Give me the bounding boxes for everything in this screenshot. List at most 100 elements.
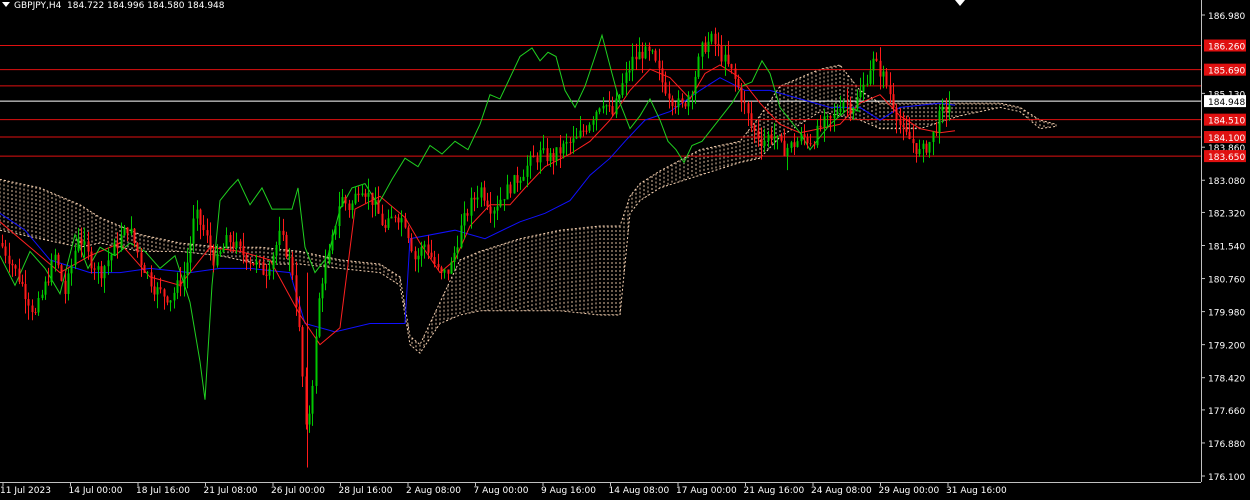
chart-canvas[interactable]: 186.980186.260185.690185.130184.948184.5… <box>0 0 1250 500</box>
bull-candle <box>786 147 789 157</box>
bear-candle <box>750 113 753 126</box>
time-tick-label: 11 Jul 2023 <box>0 486 51 496</box>
bear-candle <box>232 242 235 248</box>
bull-candle <box>526 165 529 177</box>
bear-candle <box>466 213 469 216</box>
bear-candle <box>60 265 63 281</box>
bear-candle <box>730 64 733 69</box>
bull-candle <box>701 42 704 57</box>
bull-candle <box>767 134 770 141</box>
bear-candle <box>668 93 671 99</box>
bear-candle <box>57 254 60 266</box>
bear-candle <box>658 60 661 69</box>
bull-candle <box>156 287 159 295</box>
bull-candle <box>833 114 836 119</box>
bull-candle <box>146 272 149 274</box>
bull-candle <box>107 260 110 267</box>
bear-candle <box>582 130 585 132</box>
bear-candle <box>1 242 4 247</box>
bull-candle <box>519 180 522 183</box>
bear-candle <box>681 98 684 104</box>
bull-candle <box>866 83 869 85</box>
bull-candle <box>83 241 86 245</box>
bull-candle <box>456 247 459 253</box>
bear-candle <box>100 266 103 279</box>
bear-candle <box>546 148 549 162</box>
bull-candle <box>275 245 278 256</box>
bear-candle <box>150 272 153 287</box>
chart-header: GBPJPY,H4 184.722 184.996 184.580 184.94… <box>2 1 225 11</box>
bull-candle <box>354 193 357 204</box>
bull-candle <box>852 108 855 114</box>
bull-candle <box>796 141 799 147</box>
bear-candle <box>265 274 268 276</box>
bull-candle <box>694 76 697 95</box>
bull-candle <box>800 134 803 142</box>
bull-candle <box>816 125 819 146</box>
bull-candle <box>618 95 621 99</box>
bull-candle <box>776 135 779 137</box>
bull-candle <box>513 175 516 194</box>
bear-candle <box>611 106 614 115</box>
bear-candle <box>648 46 651 51</box>
bull-candle <box>176 280 179 293</box>
bear-candle <box>209 235 212 250</box>
bull-candle <box>103 266 106 279</box>
bull-candle <box>859 91 862 98</box>
bear-candle <box>252 263 255 265</box>
time-tick-label: 24 Aug 08:00 <box>811 486 872 496</box>
price-tick-label: 182.320 <box>1208 209 1245 219</box>
bull-candle <box>183 275 186 287</box>
time-tick-label: 31 Aug 16:00 <box>946 486 1007 496</box>
bull-candle <box>542 148 545 151</box>
price-tick-label: 176.100 <box>1208 473 1245 483</box>
time-tick-label: 14 Aug 08:00 <box>609 486 670 496</box>
bull-candle <box>503 199 506 201</box>
bull-candle <box>77 238 80 251</box>
bear-candle <box>935 131 938 133</box>
bull-candle <box>522 176 525 181</box>
bear-candle <box>166 296 169 303</box>
bull-candle <box>918 149 921 155</box>
bull-candle <box>189 243 192 263</box>
bull-candle <box>869 70 872 84</box>
bull-candle <box>872 58 875 71</box>
bear-candle <box>433 257 436 265</box>
bull-candle <box>724 54 727 62</box>
dropdown-triangle-icon[interactable] <box>2 2 10 7</box>
bear-candle <box>770 134 773 139</box>
bull-candle <box>361 193 364 196</box>
level-price-label: 183.650 <box>1208 153 1245 163</box>
bull-candle <box>70 265 73 274</box>
time-tick-label: 21 Aug 16:00 <box>744 486 805 496</box>
bull-candle <box>862 84 865 92</box>
chart-container[interactable]: 186.980186.260185.690185.130184.948184.5… <box>0 0 1250 500</box>
bear-candle <box>915 143 918 155</box>
bull-candle <box>311 385 314 414</box>
bear-candle <box>242 246 245 256</box>
bear-candle <box>8 255 11 264</box>
bull-candle <box>423 244 426 248</box>
bull-candle <box>677 98 680 108</box>
bear-candle <box>229 235 232 243</box>
bear-candle <box>262 261 265 275</box>
bull-candle <box>443 269 446 273</box>
bull-candle <box>575 136 578 139</box>
ichimoku-cloud <box>0 64 1057 354</box>
bull-candle <box>579 130 582 137</box>
bear-candle <box>447 269 450 274</box>
bear-candle <box>608 105 611 107</box>
symbol-timeframe: GBPJPY,H4 <box>14 1 62 11</box>
bear-candle <box>414 251 417 260</box>
bear-candle <box>473 197 476 200</box>
bear-candle <box>793 142 796 147</box>
shift-marker-icon[interactable] <box>955 0 965 6</box>
bear-candle <box>559 147 562 154</box>
bear-candle <box>301 327 304 377</box>
bear-candle <box>714 33 717 45</box>
bull-candle <box>707 41 710 52</box>
bear-candle <box>753 125 756 131</box>
bull-candle <box>420 247 423 256</box>
bull-candle <box>773 136 776 139</box>
bear-candle <box>430 252 433 258</box>
